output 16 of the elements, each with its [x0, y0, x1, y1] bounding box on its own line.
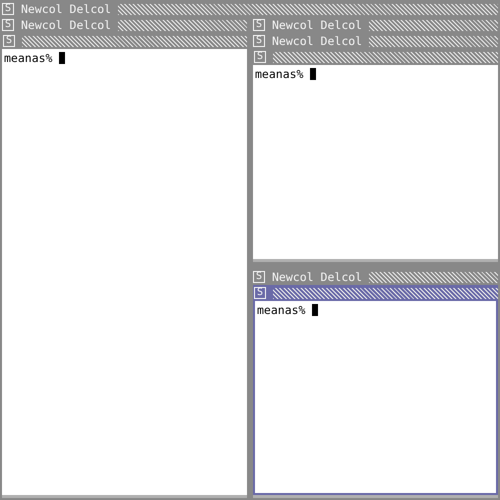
- tag-command[interactable]: Newcol: [272, 18, 314, 32]
- shell-prompt: meanas%: [4, 52, 52, 65]
- text-cursor-icon: [310, 68, 316, 80]
- tag-command[interactable]: Delcol: [320, 18, 362, 32]
- tag-command[interactable]: Newcol: [21, 2, 63, 16]
- tag-command[interactable]: Newcol: [272, 270, 314, 284]
- shell-prompt: meanas%: [255, 68, 304, 81]
- tag-command[interactable]: Newcol: [272, 34, 314, 48]
- text-cursor-icon: [59, 52, 66, 64]
- tag-command[interactable]: Delcol: [70, 18, 112, 32]
- tag-command[interactable]: Delcol: [320, 270, 362, 284]
- text-cursor-icon: [312, 304, 318, 316]
- shell-prompt: meanas%: [257, 304, 306, 317]
- tag-command[interactable]: Delcol: [70, 2, 112, 16]
- tag-command[interactable]: Newcol: [21, 18, 63, 32]
- tag-command[interactable]: Delcol: [320, 34, 362, 48]
